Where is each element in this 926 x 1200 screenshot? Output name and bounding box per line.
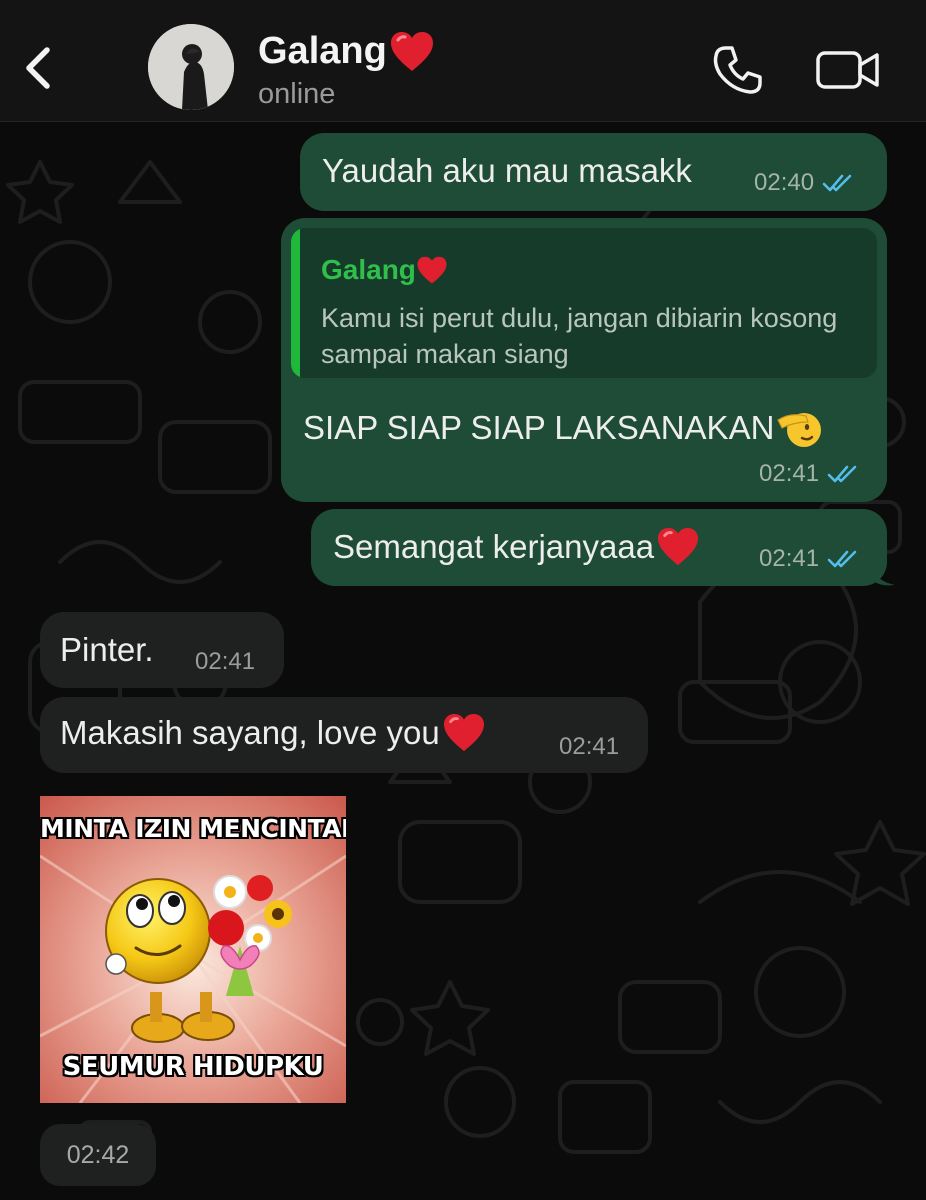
- double-check-icon: [827, 465, 857, 483]
- heart-emoji-icon: [443, 713, 484, 752]
- outgoing-reply-message-bubble[interactable]: Galang Kamu isi perut dulu, jangan dibia…: [281, 218, 887, 502]
- message-time: 02:41: [195, 648, 256, 675]
- incoming-message-bubble[interactable]: Makasih sayang, love you 02:41: [40, 697, 648, 773]
- message-time: 02:40: [754, 169, 815, 196]
- back-button[interactable]: [18, 40, 58, 96]
- double-check-icon: [827, 550, 857, 568]
- video-call-button[interactable]: [812, 40, 884, 100]
- message-time: 02:41: [559, 733, 620, 760]
- outgoing-message-bubble[interactable]: Semangat kerjanyaaa 02:41: [311, 509, 895, 586]
- sticker-message[interactable]: MINTA IZIN MENCINTAIMU SEUMUR HIDUPKU: [40, 796, 346, 1103]
- message-time: 02:41: [759, 460, 820, 487]
- incoming-message-bubble[interactable]: Pinter. 02:41: [40, 612, 284, 688]
- message-text: SIAP SIAP SIAP LAKSANAKAN: [303, 409, 775, 446]
- heart-emoji-icon: [417, 256, 447, 284]
- sticker-timestamp: 02:42: [40, 1124, 156, 1186]
- message-meta: 02:40: [754, 169, 854, 197]
- saluting-face-emoji: [777, 413, 822, 447]
- message-text: Makasih sayang, love you: [60, 714, 440, 751]
- chat-header: Galang online: [0, 0, 926, 122]
- sticker-caption-bottom: SEUMUR HIDUPKU: [62, 1052, 324, 1082]
- contact-name[interactable]: Galang: [258, 30, 435, 73]
- bubble-tail: [871, 565, 895, 586]
- outgoing-message-bubble[interactable]: Yaudah aku mau masakk 02:40: [300, 133, 887, 211]
- heart-emoji-icon: [390, 31, 433, 71]
- chevron-left-icon: [26, 47, 50, 89]
- message-meta: 02:41: [759, 460, 859, 488]
- quoted-message[interactable]: Galang Kamu isi perut dulu, jangan dibia…: [291, 228, 877, 378]
- message-text: Semangat kerjanyaaa: [333, 528, 655, 565]
- quoted-author: Galang: [321, 254, 448, 286]
- message-text: Pinter.: [60, 631, 154, 668]
- voice-call-button[interactable]: [708, 40, 768, 100]
- contact-avatar[interactable]: [148, 24, 234, 110]
- message-meta: 02:41: [195, 648, 255, 676]
- message-text-row: Makasih sayang, love you: [60, 711, 486, 755]
- message-meta: 02:41: [759, 545, 859, 573]
- video-camera-icon: [816, 51, 879, 89]
- sticker-caption-top: MINTA IZIN MENCINTAIMU: [40, 814, 346, 843]
- quoted-text: Kamu isi perut dulu, jangan dibiarin kos…: [321, 303, 838, 369]
- double-check-icon: [822, 174, 852, 192]
- phone-icon: [713, 46, 762, 94]
- message-text-row: SIAP SIAP SIAP LAKSANAKAN: [303, 406, 824, 450]
- heart-emoji-icon: [658, 527, 699, 566]
- message-text: Yaudah aku mau masakk: [322, 152, 692, 189]
- contact-name-text: Galang: [258, 30, 387, 72]
- message-time: 02:41: [759, 545, 820, 572]
- message-meta: 02:41: [559, 733, 619, 761]
- quote-accent-bar: [291, 228, 300, 378]
- avatar-photo: [148, 24, 234, 110]
- message-text-row: Semangat kerjanyaaa: [333, 525, 700, 569]
- contact-status: online: [258, 78, 336, 110]
- quoted-author-name: Galang: [321, 254, 416, 285]
